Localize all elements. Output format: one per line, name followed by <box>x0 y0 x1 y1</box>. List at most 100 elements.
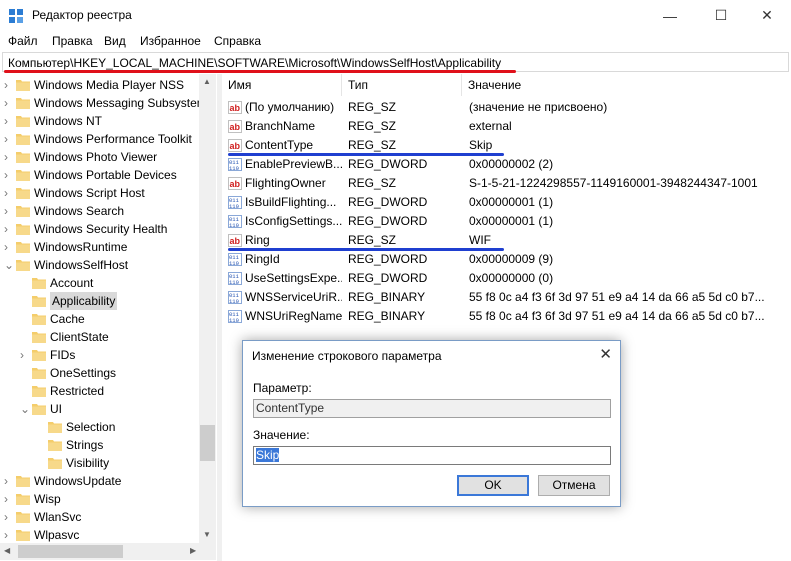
chevron-right-icon[interactable]: › <box>4 97 13 109</box>
chevron-right-icon[interactable]: › <box>4 205 13 217</box>
tree-item[interactable]: › FIDs <box>0 346 199 364</box>
chevron-right-icon[interactable]: › <box>4 223 13 235</box>
menu-favorites[interactable]: Избранное <box>140 34 201 48</box>
tree-item[interactable]: Cache <box>0 310 199 328</box>
value-row[interactable]: ab FlightingOwner REG_SZ S-1-5-21-122429855… <box>222 174 791 193</box>
ok-button[interactable]: OK <box>457 475 529 496</box>
folder-icon <box>32 368 46 379</box>
value-row[interactable]: 011 110 IsBuildFlighting... REG_DWORD 0x0000… <box>222 193 791 212</box>
chevron-right-icon[interactable]: › <box>4 511 13 523</box>
maximize-button[interactable]: ☐ <box>698 0 744 31</box>
tree-item[interactable]: Applicability <box>0 292 199 310</box>
tree-item[interactable]: › Windows Photo Viewer <box>0 148 199 166</box>
column-header-name[interactable]: Имя <box>222 74 342 96</box>
tree-item[interactable]: › WindowsUpdate <box>0 472 199 490</box>
tree-item-label: Windows NT <box>34 114 103 128</box>
value-data-input[interactable]: Skip <box>253 446 611 465</box>
chevron-right-icon[interactable]: › <box>4 493 13 505</box>
chevron-right-icon[interactable]: › <box>4 241 13 253</box>
binary-value-icon: 011110 <box>228 310 242 323</box>
value-data: 0x00000000 (0) <box>469 271 554 285</box>
string-value-icon: ab <box>228 120 242 133</box>
tree-item[interactable]: Restricted <box>0 382 199 400</box>
value-row[interactable]: 011 110 WNSServiceUriR... REG_BINARY 55 f8 0… <box>222 288 791 307</box>
tree-item[interactable]: ⌄ UI <box>0 400 199 418</box>
minimize-button[interactable]: — <box>647 0 693 31</box>
tree-item[interactable]: › Wlpasvc <box>0 526 199 544</box>
folder-icon <box>32 350 46 361</box>
value-row[interactable]: 011 110 UseSettingsExpe... REG_DWORD 0x00000… <box>222 269 791 288</box>
tree-item[interactable]: Strings <box>0 436 199 454</box>
tree-vertical-scrollbar[interactable] <box>199 74 216 543</box>
tree-item[interactable]: › Windows Portable Devices <box>0 166 199 184</box>
tree-item[interactable]: › Windows Messaging Subsystem <box>0 94 207 112</box>
chevron-right-icon[interactable]: › <box>4 133 13 145</box>
value-data: WIF <box>469 233 491 247</box>
value-row[interactable]: 011 110 WNSUriRegName REG_BINARY 55 f8 0c a4… <box>222 307 791 326</box>
chevron-right-icon[interactable]: › <box>20 349 29 361</box>
scroll-down-icon[interactable]: ▼ <box>203 530 211 539</box>
address-bar[interactable]: Компьютер\HKEY_LOCAL_MACHINE\SOFTWARE\Mi… <box>2 52 789 72</box>
tree-item[interactable]: Selection <box>0 418 199 436</box>
tree-item[interactable]: ⌄ WindowsSelfHost <box>0 256 199 274</box>
chevron-right-icon[interactable]: › <box>4 169 13 181</box>
folder-icon <box>16 206 30 217</box>
close-icon: ✕ <box>761 7 773 23</box>
tree-item-label: Windows Security Health <box>34 222 168 236</box>
menu-edit[interactable]: Правка <box>52 34 93 48</box>
tree-item[interactable]: › Windows NT <box>0 112 199 130</box>
menu-help[interactable]: Справка <box>214 34 261 48</box>
chevron-right-icon[interactable]: › <box>4 529 13 541</box>
tree-item[interactable]: › Windows Search <box>0 202 199 220</box>
column-header-type[interactable]: Тип <box>342 74 462 96</box>
window-title: Редактор реестра <box>32 8 132 22</box>
menu-file[interactable]: Файл <box>8 34 38 48</box>
value-row[interactable]: ab (По умолчанию) REG_SZ (значение не присв… <box>222 98 791 117</box>
tree-item[interactable]: ClientState <box>0 328 199 346</box>
chevron-right-icon[interactable]: › <box>4 79 13 91</box>
value-row[interactable]: 011 110 IsConfigSettings... REG_DWORD 0x0000… <box>222 212 791 231</box>
value-name: FlightingOwner <box>245 176 326 190</box>
scroll-right-icon[interactable]: ▶ <box>190 546 196 555</box>
scroll-left-icon[interactable]: ◀ <box>4 546 10 555</box>
close-button[interactable]: ✕ <box>744 0 790 31</box>
menu-bar: Файл Правка Вид Избранное Справка <box>0 31 791 51</box>
value-data: 0x00000002 (2) <box>469 157 554 171</box>
tree-item[interactable]: › Windows Media Player NSS <box>0 76 199 94</box>
folder-icon <box>16 188 30 199</box>
tree-item[interactable]: › WindowsRuntime <box>0 238 199 256</box>
tree-item[interactable]: OneSettings <box>0 364 199 382</box>
tree-item[interactable]: › Windows Script Host <box>0 184 199 202</box>
tree-item[interactable]: › Windows Performance Toolkit <box>0 130 199 148</box>
tree-item[interactable]: › Windows Security Health <box>0 220 199 238</box>
tree-item[interactable]: › Wisp <box>0 490 199 508</box>
column-header-value[interactable]: Значение <box>462 74 791 96</box>
cancel-button[interactable]: Отмена <box>538 475 610 496</box>
chevron-right-icon[interactable]: › <box>4 115 13 127</box>
tree-item[interactable]: Visibility <box>0 454 199 472</box>
tree-vertical-scroll-thumb[interactable] <box>200 425 215 461</box>
tree-horizontal-scroll-thumb[interactable] <box>18 545 123 558</box>
value-type: REG_DWORD <box>348 157 428 171</box>
chevron-down-icon[interactable]: ⌄ <box>4 259 14 271</box>
tree-item[interactable]: › WlanSvc <box>0 508 199 526</box>
value-row[interactable]: 011 110 RingId REG_DWORD 0x00000009 (9) <box>222 250 791 269</box>
dialog-close-icon[interactable]: ✕ <box>599 345 612 363</box>
tree-item-label: Restricted <box>50 384 105 398</box>
value-row[interactable]: ab BranchName REG_SZ external <box>222 117 791 136</box>
folder-icon <box>16 116 30 127</box>
menu-view[interactable]: Вид <box>104 34 126 48</box>
value-row[interactable]: 011 110 EnablePreviewB... REG_DWORD 0x000000… <box>222 155 791 174</box>
dialog-title: Изменение строкового параметра <box>252 349 442 363</box>
folder-icon <box>16 98 30 109</box>
chevron-right-icon[interactable]: › <box>4 151 13 163</box>
value-type: REG_SZ <box>348 119 397 133</box>
string-value-icon: ab <box>228 101 242 114</box>
chevron-down-icon[interactable]: ⌄ <box>20 403 30 415</box>
scroll-up-icon[interactable]: ▲ <box>203 77 211 86</box>
tree-item[interactable]: Account <box>0 274 199 292</box>
chevron-right-icon[interactable]: › <box>4 475 13 487</box>
chevron-right-icon[interactable]: › <box>4 187 13 199</box>
folder-icon <box>16 242 30 253</box>
value-name: WNSUriRegName <box>245 309 342 323</box>
